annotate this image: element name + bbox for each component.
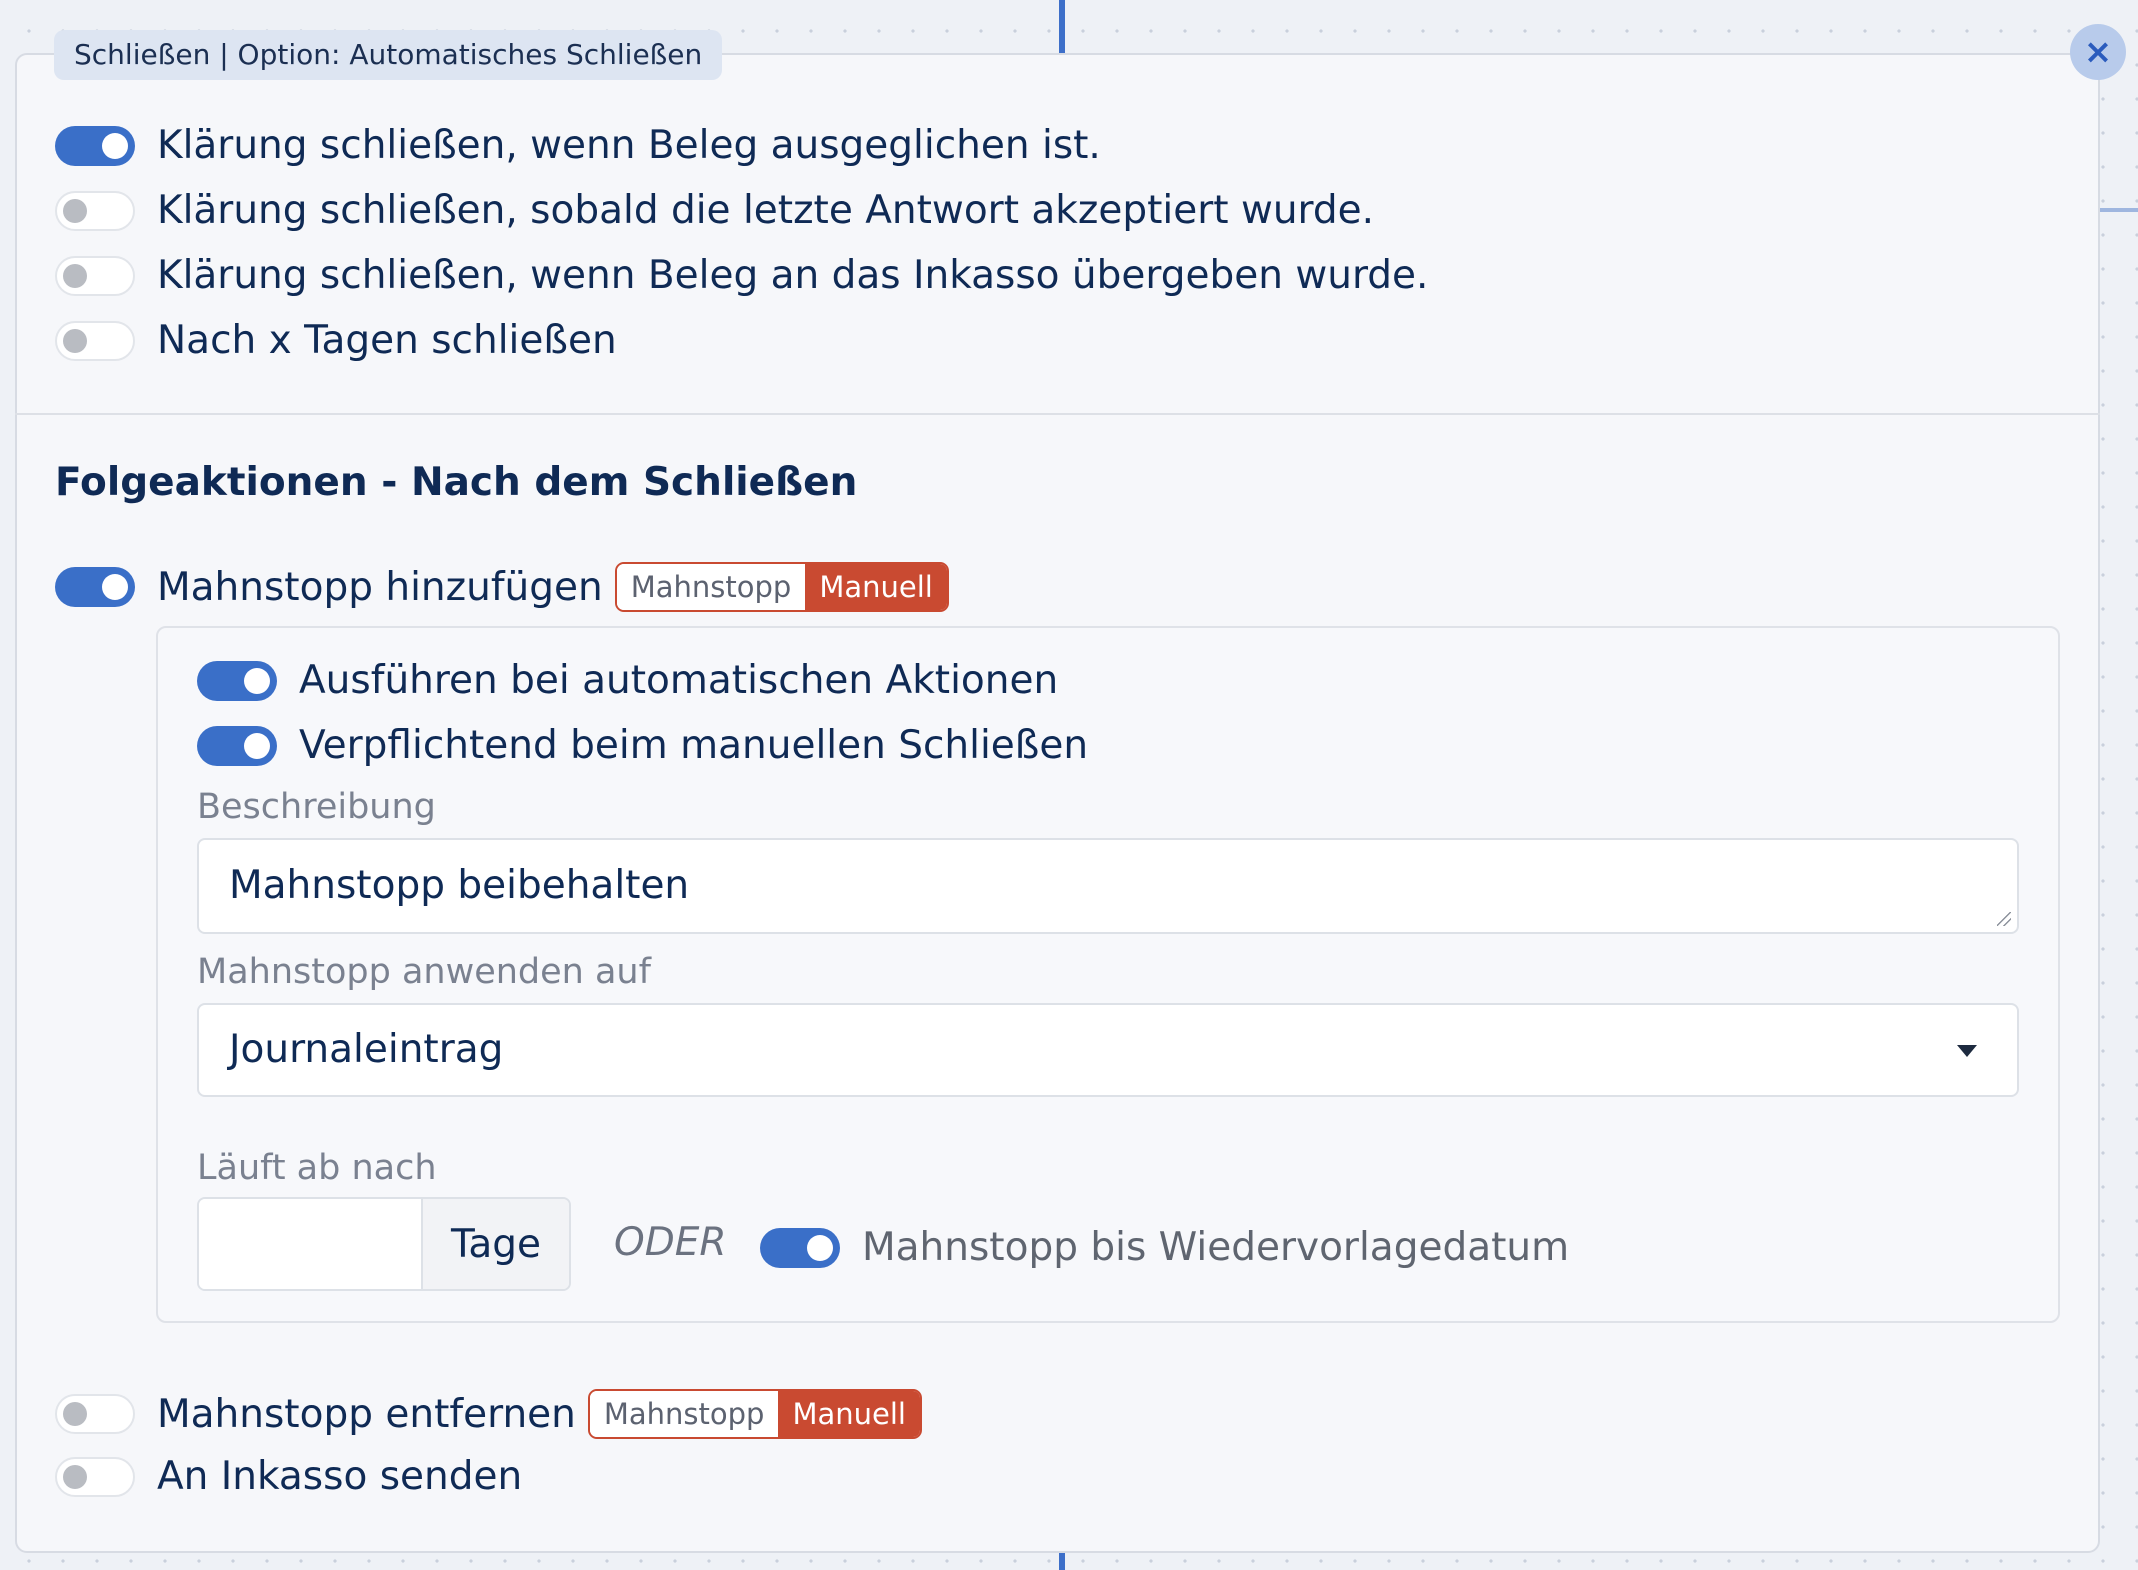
toggle-close-after-days[interactable]	[55, 320, 135, 361]
toggle-mandatory-manual[interactable]	[197, 725, 277, 766]
mandatory-manual-row: Verpflichtend beim manuellen Schließen	[197, 723, 1088, 768]
send-collection-row: An Inkasso senden	[55, 1454, 522, 1499]
option-row-days: Nach x Tagen schließen	[55, 318, 617, 363]
add-stop-label: Mahnstopp hinzufügen	[157, 564, 603, 610]
option-label: Nach x Tagen schließen	[157, 318, 617, 363]
option-row-last-answer: Klärung schließen, sobald die letzte Ant…	[55, 188, 1374, 233]
badge-type: Mahnstopp	[616, 564, 806, 610]
apply-label: Mahnstopp anwenden auf	[197, 952, 651, 992]
toggle-send-to-collection[interactable]	[55, 1456, 135, 1497]
section-divider	[15, 413, 2100, 415]
auto-actions-row: Ausführen bei automatischen Aktionen	[197, 658, 1058, 703]
toggle-remove-dunning-stop[interactable]	[55, 1394, 135, 1434]
mandatory-manual-label: Verpflichtend beim manuellen Schließen	[299, 723, 1089, 768]
until-resubmission-row: Mahnstopp bis Wiedervorlagedatum	[760, 1225, 1569, 1270]
days-input[interactable]	[199, 1199, 423, 1289]
add-stop-badge: Mahnstopp Manuell	[614, 562, 949, 612]
or-text: ODER	[614, 1220, 727, 1265]
resize-handle-icon[interactable]	[1997, 912, 2011, 926]
toggle-close-when-balanced[interactable]	[55, 125, 135, 166]
toggle-auto-actions[interactable]	[197, 660, 277, 701]
badge-mode: Manuell	[805, 564, 947, 610]
expires-label: Läuft ab nach	[197, 1148, 437, 1188]
days-unit: Tage	[423, 1199, 569, 1289]
description-value: Mahnstopp beibehalten	[229, 863, 690, 908]
caret-down-icon	[1957, 1045, 1977, 1057]
option-row-collection: Klärung schließen, wenn Beleg an das Ink…	[55, 253, 1428, 298]
expires-days-group: Tage	[197, 1197, 571, 1291]
toggle-add-dunning-stop[interactable]	[55, 567, 135, 607]
option-label: Klärung schließen, wenn Beleg an das Ink…	[157, 253, 1429, 298]
remove-stop-row: Mahnstopp entfernen Mahnstopp Manuell	[55, 1389, 922, 1439]
connector-line-top	[1059, 0, 1065, 54]
add-stop-row: Mahnstopp hinzufügen Mahnstopp Manuell	[55, 562, 949, 612]
option-row-balanced: Klärung schließen, wenn Beleg ausgeglich…	[55, 123, 1101, 168]
remove-stop-label: Mahnstopp entfernen	[157, 1391, 576, 1437]
toggle-close-when-collection[interactable]	[55, 255, 135, 296]
toggle-until-resubmission[interactable]	[760, 1227, 840, 1268]
apply-value: Journaleintrag	[229, 1027, 504, 1072]
apply-to-select[interactable]: Journaleintrag	[197, 1003, 2019, 1097]
remove-stop-badge: Mahnstopp Manuell	[587, 1389, 922, 1439]
close-button[interactable]: ×	[2070, 24, 2126, 80]
connector-line-right	[2098, 208, 2138, 212]
until-resubmission-label: Mahnstopp bis Wiedervorlagedatum	[862, 1225, 1570, 1270]
description-label: Beschreibung	[197, 787, 436, 827]
connector-line-bottom	[1059, 1550, 1065, 1570]
description-textarea[interactable]: Mahnstopp beibehalten	[197, 838, 2019, 934]
auto-actions-label: Ausführen bei automatischen Aktionen	[299, 658, 1059, 703]
close-icon: ×	[2083, 32, 2113, 72]
badge-type: Mahnstopp	[589, 1391, 779, 1437]
badge-mode: Manuell	[778, 1391, 920, 1437]
toggle-close-after-last-answer[interactable]	[55, 190, 135, 231]
send-collection-label: An Inkasso senden	[157, 1454, 523, 1499]
panel-tag: Schließen | Option: Automatisches Schlie…	[54, 30, 723, 80]
option-label: Klärung schließen, wenn Beleg ausgeglich…	[157, 123, 1101, 168]
followup-title: Folgeaktionen - Nach dem Schließen	[55, 460, 858, 505]
option-label: Klärung schließen, sobald die letzte Ant…	[157, 188, 1375, 233]
